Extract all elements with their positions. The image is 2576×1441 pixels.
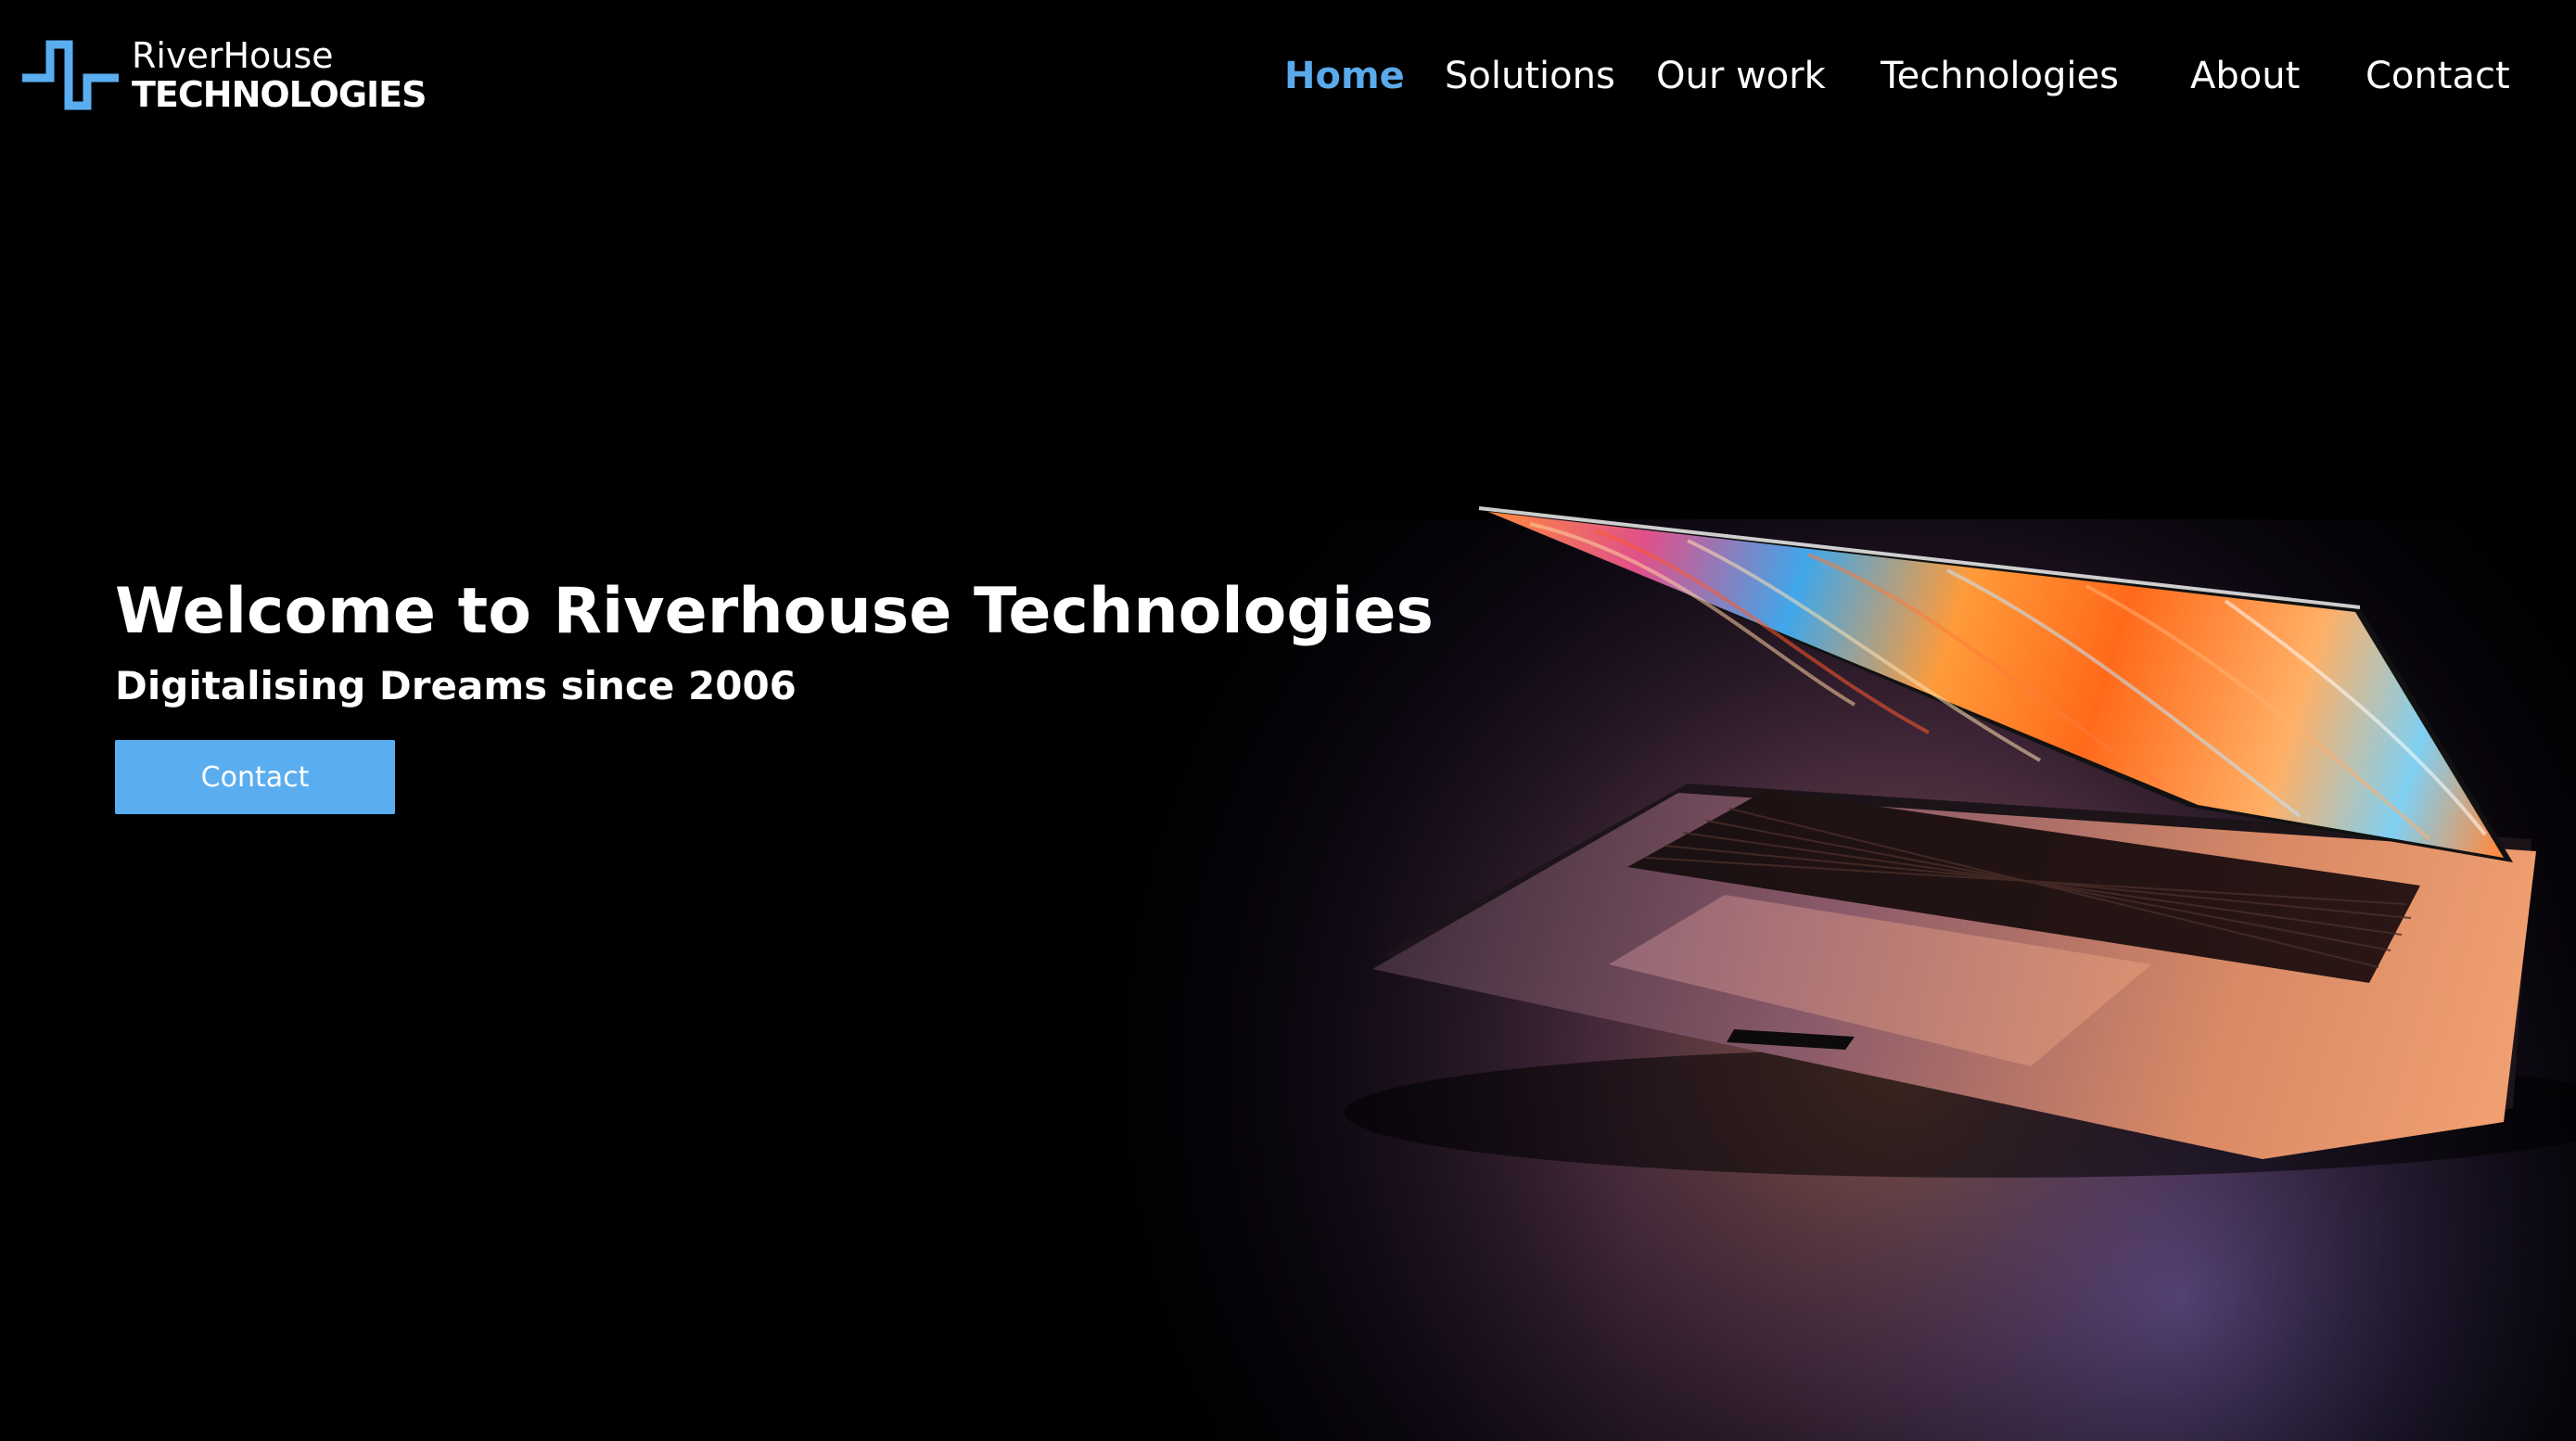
hero-title: Welcome to Riverhouse Technologies <box>115 575 1434 648</box>
hero-section: Welcome to Riverhouse Technologies Digit… <box>115 567 1434 814</box>
contact-button[interactable]: Contact <box>115 740 395 814</box>
nav-item-about[interactable]: About <box>2190 48 2300 104</box>
nav-item-our-work[interactable]: Our work <box>1656 48 1826 104</box>
homepage: RiverHouse TECHNOLOGIES Home Solutions O… <box>0 0 2576 1441</box>
nav-item-home[interactable]: Home <box>1284 48 1405 104</box>
nav-item-technologies[interactable]: Technologies <box>1881 48 2119 104</box>
nav-item-solutions[interactable]: Solutions <box>1445 48 1615 104</box>
hero-subtitle: Digitalising Dreams since 2006 <box>115 663 797 708</box>
site-header: RiverHouse TECHNOLOGIES Home Solutions O… <box>0 0 2576 158</box>
main-nav: Home Solutions Our work Technologies Abo… <box>0 48 2576 104</box>
nav-item-contact[interactable]: Contact <box>2366 48 2510 104</box>
